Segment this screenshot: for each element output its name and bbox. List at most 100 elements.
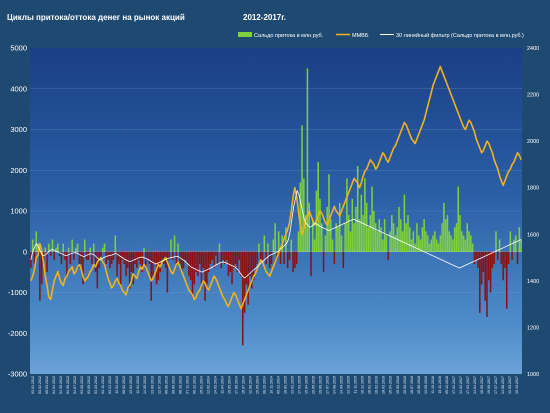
bar <box>405 223 407 252</box>
x-tick-label: 17.01.2017 <box>452 376 456 394</box>
x-tick-label: 03.01.2012 <box>31 376 35 394</box>
bar <box>87 251 90 260</box>
bar <box>391 215 393 252</box>
bar <box>324 235 327 252</box>
bar <box>432 235 434 252</box>
bar <box>256 251 258 264</box>
bar <box>295 251 298 264</box>
bar <box>290 239 293 252</box>
bar <box>421 227 424 252</box>
bar <box>177 243 179 252</box>
bar <box>310 251 312 277</box>
bar <box>340 235 343 252</box>
x-tick-label: 14.03.2014 <box>213 376 217 394</box>
x-tick-label: 07.11.2013 <box>185 376 189 394</box>
x-tick-label: 17.06.2014 <box>234 376 238 394</box>
x-tick-label: 04.07.2012 <box>73 376 77 394</box>
x-tick-label: 08.10.2013 <box>178 376 182 394</box>
bar <box>330 219 332 252</box>
bar <box>439 235 442 252</box>
bar <box>378 219 381 252</box>
bar <box>150 251 152 301</box>
bar <box>216 251 219 264</box>
bar <box>471 243 474 252</box>
x-tick-label: 15.04.2016 <box>389 376 393 394</box>
bar <box>342 251 345 269</box>
bar <box>263 235 266 252</box>
y-left-tick-label: -3000 <box>8 370 27 379</box>
x-tick-label: 12.09.2017 <box>508 376 512 394</box>
bar <box>365 202 368 252</box>
y-left-tick-label: 3000 <box>10 125 27 134</box>
bar <box>514 235 517 252</box>
bar <box>279 251 282 264</box>
bar <box>356 166 359 252</box>
x-tick-label: 13.06.2013 <box>150 376 154 394</box>
x-tick-label: 10.11.2014 <box>269 376 273 394</box>
x-tick-label: 11.04.2014 <box>220 376 224 394</box>
bar <box>441 223 443 252</box>
bar <box>110 251 113 264</box>
bar <box>444 219 447 252</box>
x-tick-label: 18.03.2016 <box>382 376 386 394</box>
x-tick-label: 04.05.2012 <box>59 376 63 394</box>
x-tick-label: 04.06.2012 <box>66 376 70 394</box>
x-tick-label: 19.06.2017 <box>487 376 491 394</box>
x-tick-label: 10.11.2016 <box>438 376 442 394</box>
bar <box>518 227 521 252</box>
x-tick-label: 04.04.2012 <box>52 376 56 394</box>
y-axis-right: 1000 1200 1400 1600 1800 2000 2200 2400 <box>527 46 539 378</box>
x-tick-label: 15.07.2014 <box>241 376 245 394</box>
bar <box>491 251 494 269</box>
bar <box>500 251 503 264</box>
bar <box>204 251 206 301</box>
bar <box>191 251 194 297</box>
x-tick-label: 08.02.2013 <box>122 376 126 394</box>
x-tick-label: 14.09.2015 <box>340 376 344 394</box>
bar <box>369 215 372 252</box>
bar <box>459 215 461 252</box>
bar <box>39 251 41 301</box>
x-tick-label: 03.10.2012 <box>94 376 98 394</box>
bar <box>116 251 118 277</box>
bar <box>242 251 244 346</box>
x-tick-label: 15.08.2016 <box>417 376 421 394</box>
bar <box>240 251 242 277</box>
bar <box>443 202 445 252</box>
x-tick-label: 20.05.2015 <box>312 376 316 394</box>
bar <box>148 251 151 264</box>
y-right-tick-label: 2400 <box>527 46 539 52</box>
bar <box>347 215 350 252</box>
x-tick-label: 13.09.2016 <box>424 376 428 394</box>
bar <box>35 231 38 252</box>
bar <box>76 243 79 252</box>
bar <box>475 251 477 260</box>
x-tick-label: 12.08.2014 <box>248 376 252 394</box>
bar <box>453 227 456 252</box>
bar <box>134 251 136 264</box>
y-left-tick-label: 5000 <box>10 44 27 53</box>
bar <box>245 251 248 285</box>
bar <box>470 235 472 252</box>
bar <box>486 251 488 317</box>
bar <box>233 251 235 269</box>
bar <box>337 227 339 252</box>
bar <box>437 243 440 252</box>
bar <box>319 198 321 252</box>
bar <box>328 174 330 252</box>
x-tick-label: 14.04.2017 <box>473 376 477 394</box>
bar <box>516 251 519 264</box>
bar <box>101 247 104 252</box>
bar <box>373 211 375 252</box>
y-right-tick-label: 2200 <box>527 93 539 99</box>
bar <box>62 243 64 252</box>
bar <box>125 251 127 277</box>
bar <box>109 251 111 269</box>
bar <box>425 231 427 252</box>
legend-label-bars: Сальдо притока в млн.руб. <box>254 33 324 39</box>
bar <box>202 251 205 269</box>
bar <box>206 251 208 285</box>
bar <box>423 219 425 252</box>
bar <box>448 231 451 252</box>
x-tick-label: 17.03.2017 <box>466 376 470 394</box>
